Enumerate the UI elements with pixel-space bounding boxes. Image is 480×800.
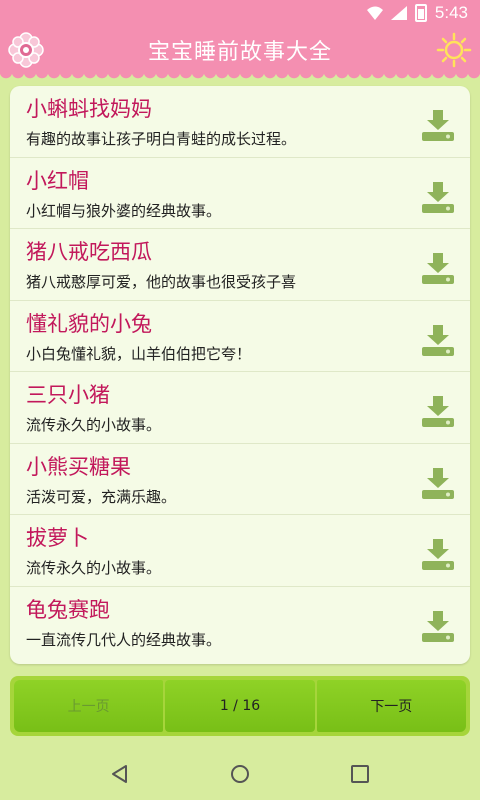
- download-icon[interactable]: [420, 537, 456, 571]
- story-description: 小白兔懂礼貌，山羊伯伯把它夸！: [26, 344, 252, 363]
- status-bar: 5:43: [0, 0, 480, 26]
- story-description: 流传永久的小故事。: [26, 416, 162, 434]
- download-icon[interactable]: [420, 180, 456, 214]
- story-description: 猪八戒憨厚可爱，他的故事也很受孩子喜: [26, 273, 297, 291]
- download-icon[interactable]: [420, 108, 456, 142]
- home-icon[interactable]: [229, 763, 251, 785]
- back-icon[interactable]: [109, 763, 131, 785]
- story-description: 流传永久的小故事。: [26, 559, 162, 577]
- story-title: 懂礼貌的小兔: [26, 311, 152, 336]
- sun-icon[interactable]: [436, 32, 472, 68]
- story-title: 小蝌蚪找妈妈: [26, 97, 152, 121]
- story-title: 小红帽: [26, 168, 89, 193]
- story-title: 拔萝卜: [26, 526, 89, 550]
- signal-icon: [390, 6, 407, 20]
- list-item[interactable]: 懂礼貌的小兔 小白兔懂礼貌，山羊伯伯把它夸！: [10, 301, 470, 372]
- page-indicator: 1 / 16: [165, 680, 315, 732]
- status-time: 5:43: [434, 3, 468, 22]
- download-icon[interactable]: [420, 323, 456, 357]
- story-description: 有趣的故事让孩子明白青蛙的成长过程。: [26, 130, 297, 148]
- story-title: 猪八戒吃西瓜: [26, 240, 152, 264]
- list-item[interactable]: 小蝌蚪找妈妈 有趣的故事让孩子明白青蛙的成长过程。: [10, 86, 470, 158]
- flower-logo-icon[interactable]: [8, 32, 44, 68]
- wifi-icon: [366, 6, 383, 20]
- page-title: 宝宝睡前故事大全: [147, 40, 332, 65]
- story-title: 小熊买糖果: [26, 454, 131, 479]
- battery-icon: [414, 4, 427, 22]
- download-icon[interactable]: [420, 609, 456, 643]
- story-description: 一直流传几代人的经典故事。: [26, 630, 222, 649]
- download-icon[interactable]: [420, 251, 456, 285]
- download-icon[interactable]: [420, 394, 456, 428]
- list-item[interactable]: 龟兔赛跑 一直流传几代人的经典故事。: [10, 587, 470, 659]
- pagination-bar: 上一页 1 / 16 下一页: [10, 676, 470, 736]
- next-page-button[interactable]: 下一页: [316, 680, 466, 732]
- list-item[interactable]: 拔萝卜 流传永久的小故事。: [10, 515, 470, 587]
- story-list: 小蝌蚪找妈妈 有趣的故事让孩子明白青蛙的成长过程。 小红帽 小红帽与狼外婆的经典…: [10, 86, 470, 664]
- story-description: 活泼可爱，充满乐趣。: [26, 487, 177, 506]
- recents-icon[interactable]: [349, 763, 371, 785]
- system-nav-bar: [0, 748, 480, 800]
- app-header: 宝宝睡前故事大全: [0, 26, 480, 82]
- prev-page-button[interactable]: 上一页: [14, 680, 164, 732]
- download-icon[interactable]: [420, 466, 456, 500]
- list-item[interactable]: 小红帽 小红帽与狼外婆的经典故事。: [10, 158, 470, 229]
- story-title: 三只小猪: [26, 383, 110, 407]
- list-item[interactable]: 猪八戒吃西瓜 猪八戒憨厚可爱，他的故事也很受孩子喜: [10, 229, 470, 301]
- list-item[interactable]: 小熊买糖果 活泼可爱，充满乐趣。: [10, 444, 470, 515]
- story-description: 小红帽与狼外婆的经典故事。: [26, 201, 222, 220]
- list-item[interactable]: 三只小猪 流传永久的小故事。: [10, 372, 470, 444]
- story-title: 龟兔赛跑: [26, 597, 110, 622]
